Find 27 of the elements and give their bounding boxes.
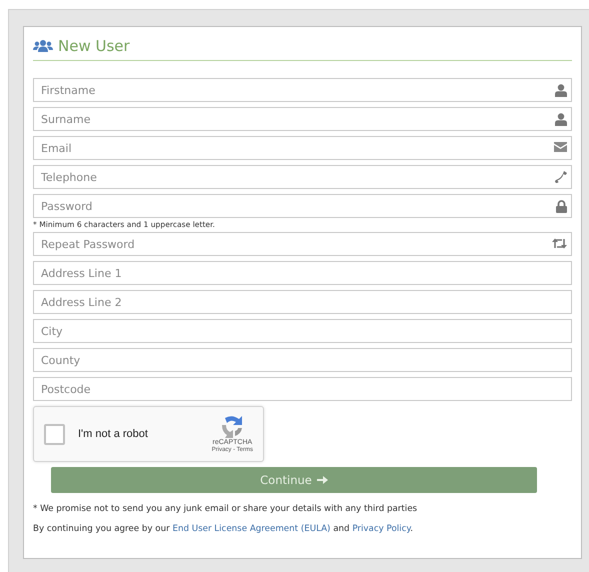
user-icon [555, 84, 567, 97]
input-field[interactable]: Email [33, 136, 572, 160]
input-field[interactable]: Address Line 1 [33, 261, 572, 285]
policy-link[interactable]: End User License Agreement (EULA) [172, 524, 330, 534]
privacy-promise: * We promise not to send you any junk email or share your details with any third parties [33, 504, 418, 514]
lock-icon [556, 200, 567, 213]
input-field[interactable]: Firstname [33, 78, 572, 102]
repeat-icon [552, 238, 567, 249]
input-field[interactable]: Surname [33, 107, 572, 131]
envelope-icon [554, 142, 567, 152]
checkbox[interactable] [44, 424, 65, 444]
policy-link[interactable]: Privacy Policy [352, 524, 410, 534]
arrow-icon [316, 475, 328, 485]
input-field[interactable]: Telephone [33, 165, 572, 189]
input-field[interactable]: Repeat Password [33, 232, 572, 256]
captcha-logo-icon [220, 416, 244, 438]
input-field[interactable]: City [33, 319, 572, 343]
phone-icon [555, 171, 567, 183]
users-icon [33, 40, 53, 52]
input-field[interactable]: Postcode [33, 377, 572, 401]
user-icon [555, 113, 567, 126]
input-field[interactable]: County [33, 348, 572, 372]
agreement-text: By continuing you agree by our End User License Agreement (EULA) and Privacy Policy. [33, 524, 414, 534]
input-field[interactable]: Address Line 2 [33, 290, 572, 314]
captcha-label: I'm not a robot [78, 428, 149, 440]
form-title: New User [58, 37, 130, 55]
input-field[interactable]: Password [33, 194, 572, 218]
